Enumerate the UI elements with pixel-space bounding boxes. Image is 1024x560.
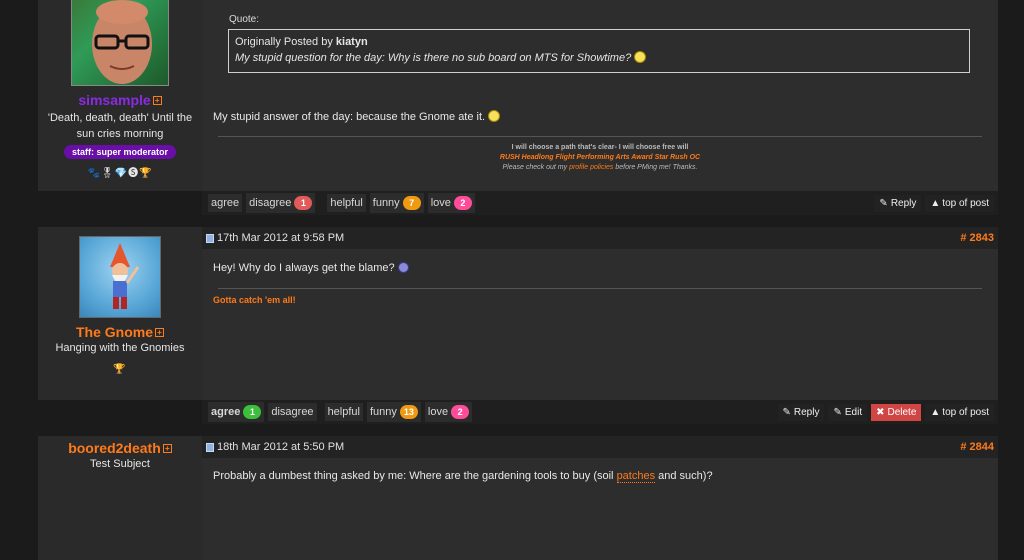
react-love[interactable]: love 2: [427, 193, 475, 213]
left-gutter: [0, 0, 38, 560]
user-pane: boored2death + Test Subject: [38, 436, 202, 560]
signature-divider: [218, 136, 982, 137]
smiley-icon: [634, 51, 647, 63]
react-disagree[interactable]: disagree 1: [246, 193, 316, 213]
react-agree[interactable]: agree: [208, 194, 243, 212]
reply-button[interactable]: ✎ Reply: [777, 403, 825, 421]
post-doc-icon: [206, 233, 214, 243]
avatar[interactable]: [71, 0, 169, 86]
user-title: 'Death, death, death' Until the sun crie…: [47, 112, 193, 140]
expand-user-icon[interactable]: +: [155, 328, 164, 337]
avatar[interactable]: [79, 236, 161, 318]
quote-author[interactable]: kiatyn: [336, 36, 368, 48]
grin-icon: [488, 110, 501, 122]
react-helpful[interactable]: helpful: [324, 403, 363, 421]
post-boored2death: boored2death + Test Subject 18th Mar 2012…: [38, 436, 998, 560]
react-disagree[interactable]: disagree: [268, 403, 317, 421]
react-funny[interactable]: funny 13: [366, 402, 421, 422]
delete-button[interactable]: ✖ Delete: [871, 403, 922, 421]
x-icon: ✖: [876, 406, 885, 418]
post-content: 17th Mar 2012 at 9:58 PM # 2843 Hey! Why…: [202, 227, 998, 400]
signature-divider: [218, 288, 982, 289]
reply-button[interactable]: ✎ Reply: [874, 194, 922, 212]
post-date: 17th Mar 2012 at 9:58 PM: [217, 232, 345, 244]
react-helpful[interactable]: helpful: [327, 194, 366, 212]
user-pane: simsample + 'Death, death, death' Until t…: [38, 0, 202, 191]
post-simsample: simsample + 'Death, death, death' Until t…: [38, 0, 998, 224]
username[interactable]: simsample +: [38, 92, 202, 108]
post-content: Quote: Originally Posted by kiatyn My st…: [202, 0, 998, 191]
post-doc-icon: [206, 442, 214, 452]
post-the-gnome: The Gnome + Hanging with the Gnomies 🏆 17…: [38, 227, 998, 434]
reaction-bar: agree 1 disagree helpful funny 13 love 2 ✎ R…: [202, 400, 998, 424]
profile-policies-link[interactable]: profile policies: [569, 164, 613, 171]
sad-icon: [397, 262, 409, 273]
award-icons: 🐾🎖💎🅢🏆: [87, 168, 153, 179]
signature-line3: Please check out my profile policies bef…: [502, 164, 698, 171]
post-body: Hey! Why do I always get the blame?: [202, 262, 998, 274]
reply-icon: ✎: [782, 406, 791, 418]
react-funny[interactable]: funny 7: [369, 193, 424, 213]
signature-line2: RUSH Headlong Flight Performing Arts Awa…: [499, 154, 701, 161]
react-love[interactable]: love 2: [424, 402, 473, 422]
post-body: Probably a dumbest thing asked by me: Wh…: [213, 470, 713, 483]
staff-badge: staff: super moderator: [38, 142, 202, 160]
post-number[interactable]: # 2844: [960, 441, 994, 453]
post-date: 18th Mar 2012 at 5:50 PM: [217, 441, 345, 453]
user-title: Hanging with the Gnomies: [55, 342, 185, 354]
post-number[interactable]: # 2843: [960, 232, 994, 244]
quote-label: Quote:: [229, 14, 260, 25]
post-content: 18th Mar 2012 at 5:50 PM # 2844 Probably…: [202, 436, 998, 560]
top-of-post-button[interactable]: ▲ top of post: [925, 403, 994, 421]
signature-line1: I will choose a path that's clear- I wil…: [511, 144, 689, 151]
signature: Gotta catch 'em all!: [213, 295, 296, 305]
quote-text: My stupid question for the day: Why is t…: [235, 52, 632, 64]
forum-thread: simsample + 'Death, death, death' Until t…: [0, 0, 1024, 560]
post-header: 18th Mar 2012 at 5:50 PM # 2844: [202, 436, 998, 458]
caret-up-icon: ▲: [930, 406, 941, 418]
post-body: My stupid answer of the day: because the…: [202, 110, 998, 123]
quote-box: Originally Posted by kiatyn My stupid qu…: [228, 29, 970, 73]
reply-icon: ✎: [879, 197, 888, 209]
top-of-post-button[interactable]: ▲ top of post: [925, 194, 994, 212]
caret-up-icon: ▲: [930, 197, 941, 209]
user-title: Test Subject: [90, 458, 150, 470]
edit-button[interactable]: ✎ Edit: [828, 403, 868, 421]
username[interactable]: The Gnome +: [38, 324, 202, 340]
user-pane: The Gnome + Hanging with the Gnomies 🏆: [38, 227, 202, 400]
react-agree[interactable]: agree 1: [208, 402, 265, 422]
expand-user-icon[interactable]: +: [162, 444, 172, 453]
reaction-bar: agree disagree 1 helpful funny 7 love 2 ✎ Re…: [202, 191, 998, 215]
pencil-icon: ✎: [833, 406, 842, 418]
post-header: 17th Mar 2012 at 9:58 PM # 2843: [202, 227, 998, 249]
right-gutter: [998, 0, 1024, 560]
award-icons: 🏆: [113, 364, 127, 375]
expand-user-icon[interactable]: +: [152, 96, 162, 105]
username[interactable]: boored2death +: [38, 440, 202, 456]
quote-originally-posted: Originally Posted by: [235, 36, 333, 48]
patches-link[interactable]: patches: [616, 470, 656, 483]
